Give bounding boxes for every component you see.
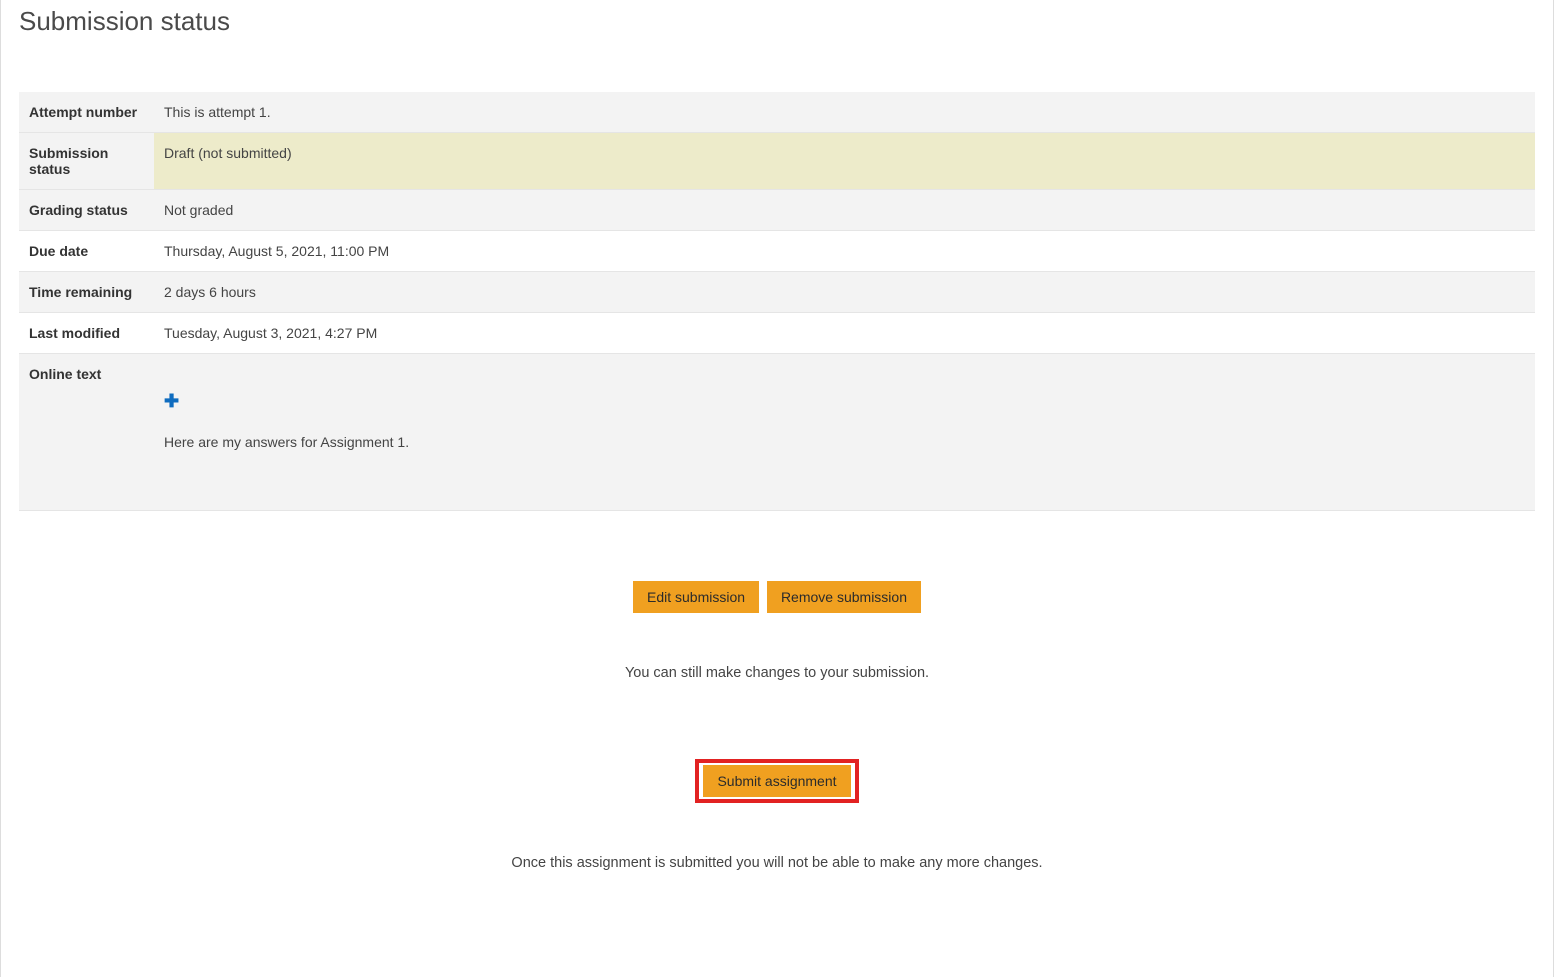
submission-status-label: Submission status bbox=[19, 133, 154, 190]
submit-highlight-box: Submit assignment bbox=[695, 759, 858, 803]
online-text-value: Here are my answers for Assignment 1. bbox=[164, 434, 409, 450]
due-date-value: Thursday, August 5, 2021, 11:00 PM bbox=[154, 231, 1535, 272]
online-text-cell: ✚ Here are my answers for Assignment 1. bbox=[154, 354, 1535, 511]
submit-assignment-button[interactable]: Submit assignment bbox=[703, 765, 850, 797]
submit-section: Submit assignment bbox=[19, 759, 1535, 803]
attempt-number-label: Attempt number bbox=[19, 92, 154, 133]
final-note-text: Once this assignment is submitted you wi… bbox=[19, 855, 1535, 871]
action-buttons: Edit submission Remove submission bbox=[19, 581, 1535, 613]
time-remaining-value: 2 days 6 hours bbox=[154, 272, 1535, 313]
row-online-text: Online text ✚ Here are my answers for As… bbox=[19, 354, 1535, 511]
due-date-label: Due date bbox=[19, 231, 154, 272]
last-modified-label: Last modified bbox=[19, 313, 154, 354]
main-container: Submission status Attempt number This is… bbox=[0, 0, 1554, 977]
submission-status-table: Attempt number This is attempt 1. Submis… bbox=[19, 92, 1535, 511]
row-due-date: Due date Thursday, August 5, 2021, 11:00… bbox=[19, 231, 1535, 272]
edit-submission-button[interactable]: Edit submission bbox=[633, 581, 759, 613]
row-grading-status: Grading status Not graded bbox=[19, 190, 1535, 231]
online-text-label: Online text bbox=[19, 354, 154, 511]
time-remaining-label: Time remaining bbox=[19, 272, 154, 313]
grading-status-value: Not graded bbox=[154, 190, 1535, 231]
row-last-modified: Last modified Tuesday, August 3, 2021, 4… bbox=[19, 313, 1535, 354]
row-attempt: Attempt number This is attempt 1. bbox=[19, 92, 1535, 133]
edit-hint-text: You can still make changes to your submi… bbox=[19, 665, 1535, 681]
last-modified-value: Tuesday, August 3, 2021, 4:27 PM bbox=[154, 313, 1535, 354]
row-time-remaining: Time remaining 2 days 6 hours bbox=[19, 272, 1535, 313]
row-submission-status: Submission status Draft (not submitted) bbox=[19, 133, 1535, 190]
attempt-number-value: This is attempt 1. bbox=[154, 92, 1535, 133]
page-title: Submission status bbox=[19, 0, 1535, 37]
submission-status-value: Draft (not submitted) bbox=[154, 133, 1535, 190]
remove-submission-button[interactable]: Remove submission bbox=[767, 581, 921, 613]
expand-plus-icon[interactable]: ✚ bbox=[164, 392, 1525, 410]
grading-status-label: Grading status bbox=[19, 190, 154, 231]
